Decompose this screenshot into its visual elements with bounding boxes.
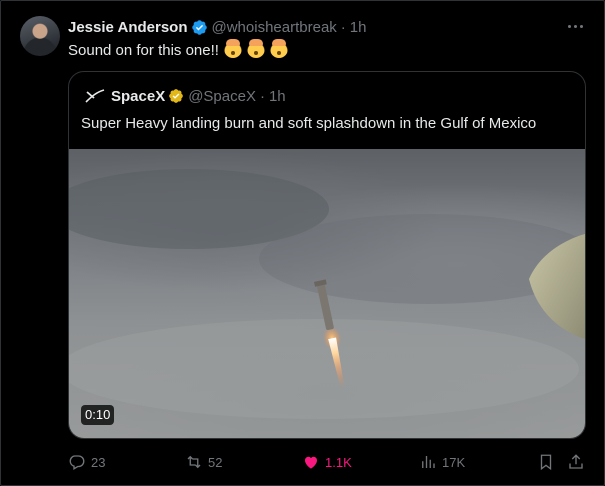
quoted-post-time[interactable]: 1h bbox=[269, 88, 286, 105]
post-time[interactable]: 1h bbox=[350, 19, 367, 36]
repost-count: 52 bbox=[208, 454, 223, 470]
quoted-tweet-header: SpaceX @SpaceX · 1h bbox=[85, 87, 286, 105]
quoted-author-name[interactable]: SpaceX bbox=[111, 88, 165, 105]
like-button[interactable]: 1.1K bbox=[302, 452, 352, 472]
video-player[interactable]: 0:10 bbox=[69, 149, 585, 438]
repost-button[interactable]: 52 bbox=[185, 452, 222, 472]
tweet-text: Sound on for this one!! bbox=[68, 39, 289, 61]
action-bar: 23 52 1.1K 17K bbox=[68, 452, 586, 472]
views-button[interactable]: 17K bbox=[419, 452, 465, 472]
exploding-head-emoji-icon bbox=[247, 39, 266, 58]
exploding-head-emoji-icon bbox=[224, 39, 243, 58]
separator-dot: · bbox=[340, 18, 346, 36]
share-button[interactable] bbox=[567, 452, 590, 472]
verified-badge-icon bbox=[191, 19, 208, 36]
tweet-card: Jessie Anderson @whoisheartbreak · 1h So… bbox=[0, 0, 605, 486]
video-duration-badge: 0:10 bbox=[81, 405, 115, 425]
author-name[interactable]: Jessie Anderson bbox=[68, 19, 188, 36]
views-count: 17K bbox=[442, 454, 466, 470]
more-options-icon[interactable] bbox=[567, 19, 585, 33]
video-frame-image bbox=[69, 169, 585, 419]
author-handle[interactable]: @whoisheartbreak bbox=[212, 19, 337, 36]
author-avatar[interactable] bbox=[20, 16, 60, 56]
views-chart-icon bbox=[422, 456, 435, 468]
heart-filled-icon bbox=[305, 456, 317, 469]
quoted-author-handle[interactable]: @SpaceX bbox=[188, 88, 256, 105]
tweet-text-body: Sound on for this one!! bbox=[68, 42, 219, 59]
reply-button[interactable]: 23 bbox=[68, 452, 105, 472]
like-count: 1.1K bbox=[325, 454, 352, 470]
exploding-head-emoji-icon bbox=[270, 39, 289, 58]
separator-dot: · bbox=[259, 87, 265, 105]
reply-icon bbox=[69, 455, 85, 470]
quoted-tweet[interactable]: SpaceX @SpaceX · 1h Super Heavy landing … bbox=[68, 71, 586, 439]
spacex-logo-icon bbox=[85, 89, 105, 103]
bookmark-button[interactable] bbox=[537, 452, 560, 472]
reply-count: 23 bbox=[91, 454, 106, 470]
verified-gold-badge-icon bbox=[168, 88, 184, 104]
repost-icon bbox=[187, 455, 201, 469]
share-icon bbox=[569, 454, 583, 469]
tweet-header: Jessie Anderson @whoisheartbreak · 1h bbox=[68, 17, 366, 37]
bookmark-icon bbox=[540, 454, 552, 471]
quoted-tweet-text: Super Heavy landing burn and soft splash… bbox=[81, 115, 537, 132]
